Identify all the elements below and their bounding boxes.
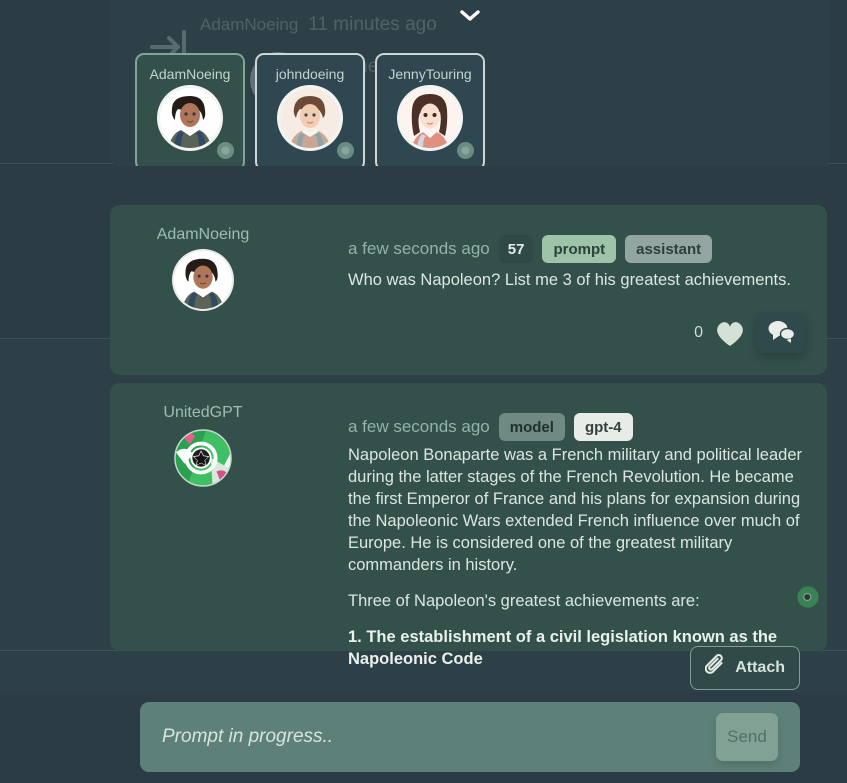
status-online-indicator <box>457 142 474 159</box>
tag-gpt-4[interactable]: gpt-4 <box>573 413 633 441</box>
message-text: Who was Napoleon? List me 3 of his great… <box>348 271 791 289</box>
attach-button[interactable]: Attach <box>690 646 800 690</box>
like-count: 0 <box>694 324 703 341</box>
message-paragraph: Napoleon Bonaparte was a French military… <box>348 446 802 574</box>
reply-button[interactable] <box>757 313 805 353</box>
message-text: Napoleon Bonaparte was a French military… <box>348 445 803 670</box>
token-count-badge[interactable]: 57 <box>498 235 534 263</box>
message-author-name: AdamNoeing <box>156 226 250 243</box>
joined-user-name: AdamNoeing <box>200 15 299 34</box>
avatar <box>160 88 220 148</box>
message-author-block: UnitedGPT <box>148 405 258 487</box>
prompt-input[interactable]: Prompt in progress.. <box>162 726 716 748</box>
chat-room-app: AdamNoeing 11 minutes ago has joined the… <box>0 0 847 783</box>
center-column: AdamNoeing 11 minutes ago has joined the… <box>110 0 830 783</box>
message-reactions: 0 <box>694 313 805 353</box>
member-card-johndoeing[interactable]: johndoeing <box>255 53 365 166</box>
typing-indicator-avatar <box>797 586 819 608</box>
member-name: AdamNoeing <box>149 66 231 82</box>
message-author-block: AdamNoeing <box>148 227 258 309</box>
attach-label: Attach <box>735 659 785 676</box>
send-button[interactable]: Send <box>716 713 778 761</box>
tag-assistant[interactable]: assistant <box>625 235 713 263</box>
member-card-jennytouring[interactable]: JennyTouring <box>375 53 485 166</box>
member-list: AdamNoeing johndoeing JennyTouring <box>135 53 485 166</box>
collapse-panel-button[interactable] <box>453 4 487 26</box>
prompt-composer[interactable]: Prompt in progress.. Send <box>140 702 800 772</box>
status-online-indicator <box>217 142 234 159</box>
tag-prompt[interactable]: prompt <box>542 235 617 263</box>
message-card-user: AdamNoeing a few seconds ago 57 prompt a… <box>110 205 827 375</box>
paperclip-icon <box>704 654 726 682</box>
tag-model[interactable]: model <box>498 413 565 441</box>
status-online-indicator <box>337 142 354 159</box>
chevron-down-icon <box>459 8 481 22</box>
avatar[interactable] <box>174 429 232 487</box>
joined-time: 11 minutes ago <box>308 14 437 35</box>
member-name: johndoeing <box>275 66 345 82</box>
member-name: JennyTouring <box>388 66 472 82</box>
message-timestamp: a few seconds ago <box>348 239 490 258</box>
avatar <box>400 88 460 148</box>
avatar[interactable] <box>174 251 232 309</box>
message-timestamp: a few seconds ago <box>348 417 490 436</box>
heart-icon[interactable] <box>715 320 745 347</box>
message-author-name: UnitedGPT <box>163 404 243 421</box>
message-card-model: UnitedGPT a few seconds ago model gpt-4 … <box>110 383 827 668</box>
message-meta-row: a few seconds ago 57 prompt assistant <box>348 235 713 263</box>
message-paragraph: Three of Napoleon's greatest achievement… <box>348 591 700 610</box>
message-meta-row: a few seconds ago model gpt-4 <box>348 413 633 441</box>
member-card-adamnoeing[interactable]: AdamNoeing <box>135 53 245 166</box>
members-panel: AdamNoeing 11 minutes ago has joined the… <box>110 0 830 166</box>
chat-bubbles-icon <box>767 319 796 348</box>
avatar <box>280 88 340 148</box>
